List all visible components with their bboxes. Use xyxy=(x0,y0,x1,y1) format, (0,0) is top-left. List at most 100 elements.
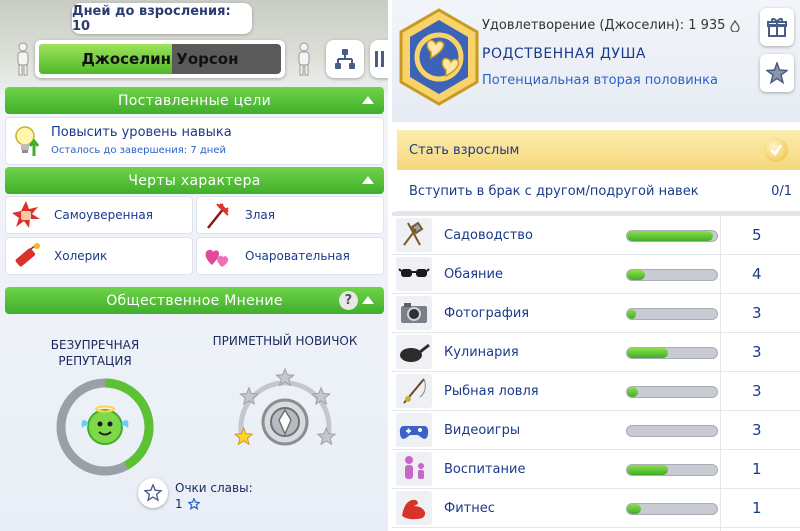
reward-store-button[interactable] xyxy=(760,8,794,46)
reputation-title-line2: РЕПУТАЦИЯ xyxy=(58,354,132,368)
skill-level: 1 xyxy=(752,499,762,517)
checkmark-icon xyxy=(764,138,788,162)
skill-label: Садоводство xyxy=(444,228,533,243)
skill-progress-bar xyxy=(626,230,718,242)
gift-icon xyxy=(767,18,787,37)
whims-button[interactable] xyxy=(760,54,794,92)
muscle-arm-icon xyxy=(402,499,426,520)
skill-icon-frame xyxy=(396,335,432,369)
trait-label: Злая xyxy=(245,208,275,222)
fame-points-button[interactable] xyxy=(138,478,168,508)
stats-button[interactable] xyxy=(370,40,388,78)
trait-label: Самоуверенная xyxy=(54,208,153,222)
skill-progress-bar xyxy=(626,308,718,320)
public-opinion-header-label: Общественное Мнение xyxy=(106,292,283,309)
skill-progress-fill xyxy=(627,309,636,319)
satisfaction-drop-icon xyxy=(729,19,740,33)
goals-header-label: Поставленные цели xyxy=(117,92,272,109)
skill-label: Фитнес xyxy=(444,501,495,516)
satisfaction-text: Удовлетворение (Джоселин): 1 935 xyxy=(482,18,726,33)
aspiration-skills-panel: Удовлетворение (Джоселин): 1 935 Родстве… xyxy=(392,0,800,531)
public-opinion-header[interactable]: Общественное Мнение ? xyxy=(5,287,384,314)
skill-progress-fill xyxy=(627,387,638,397)
skill-progress-bar xyxy=(626,386,718,398)
child-figure-icon xyxy=(17,42,29,76)
skill-label: Кулинария xyxy=(444,345,519,360)
skill-level: 1 xyxy=(752,460,762,478)
star-icon xyxy=(187,498,200,510)
frying-pan-icon xyxy=(400,343,430,362)
skill-icon-frame xyxy=(396,413,432,447)
trait-mean[interactable]: Злая xyxy=(196,196,384,234)
milestone-label: Вступить в брак с другом/подругой навек xyxy=(409,184,699,199)
reputation-title-line1: БЕЗУПРЕЧНАЯ xyxy=(50,338,140,352)
reputation-gauge[interactable] xyxy=(50,372,160,482)
pause-bars-icon xyxy=(375,51,384,67)
fame-star-icon xyxy=(233,426,254,446)
skill-progress-bar xyxy=(626,503,718,515)
skill-label: Рыбная ловля xyxy=(444,384,539,399)
skill-progress-fill xyxy=(627,465,668,475)
camera-icon xyxy=(401,303,427,323)
trait-charming[interactable]: Очаровательная xyxy=(196,237,384,275)
skill-label: Фотография xyxy=(444,306,530,321)
aspiration-description: Потенциальная вторая половинка xyxy=(482,73,718,88)
aspiration-name: Родственная душа xyxy=(482,46,647,62)
skill-label: Обаяние xyxy=(444,267,503,282)
burst-star-icon xyxy=(766,62,788,84)
dynamite-icon xyxy=(15,243,40,267)
skill-label: Воспитание xyxy=(444,462,526,477)
collapse-arrow-icon[interactable] xyxy=(362,296,374,304)
skill-row[interactable]: Кулинария 3 xyxy=(392,333,800,372)
gamepad-icon xyxy=(399,426,429,439)
collapse-arrow-icon[interactable] xyxy=(362,176,374,184)
adult-figure-icon xyxy=(298,42,310,76)
skill-progress-bar xyxy=(626,269,718,281)
milestone-marry-bff[interactable]: Вступить в брак с другом/подругой навек … xyxy=(397,172,800,212)
traits-header-label: Черты характера xyxy=(128,172,261,189)
lightbulb-arrow-icon xyxy=(15,126,40,156)
skill-row[interactable]: Фитнес 1 xyxy=(392,489,800,528)
soulmate-aspiration-icon[interactable] xyxy=(398,8,480,106)
goals-header[interactable]: Поставленные цели xyxy=(5,87,384,114)
skill-level: 3 xyxy=(752,382,762,400)
collapse-arrow-icon[interactable] xyxy=(362,96,374,104)
fame-points: Очки славы: 1 xyxy=(175,480,253,512)
skill-icon-frame xyxy=(396,374,432,408)
skill-level: 3 xyxy=(752,304,762,322)
skill-row[interactable]: Обаяние 4 xyxy=(392,255,800,294)
family-tree-icon xyxy=(335,49,355,69)
skill-icon-frame xyxy=(396,257,432,291)
trait-hothead[interactable]: Холерик xyxy=(5,237,193,275)
skill-icon-frame xyxy=(396,491,432,525)
milestone-become-adult[interactable]: Стать взрослым xyxy=(397,130,800,170)
skill-progress-fill xyxy=(627,231,713,241)
skill-row[interactable]: Садоводство 5 xyxy=(392,216,800,255)
sim-info-panel: Дней до взросления: 10 Джоселин Уорсон П… xyxy=(0,0,388,531)
skill-row[interactable]: Видеоигры 3 xyxy=(392,411,800,450)
milestone-label: Стать взрослым xyxy=(409,142,520,158)
days-until-adult-badge: Дней до взросления: 10 xyxy=(72,3,252,34)
skill-row[interactable]: Воспитание 1 xyxy=(392,450,800,489)
aspiration-header: Удовлетворение (Джоселин): 1 935 Родстве… xyxy=(392,0,800,122)
sim-name: Джоселин Уорсон xyxy=(81,50,239,68)
skill-icon-frame xyxy=(396,296,432,330)
skill-row[interactable]: Рыбная ловля 3 xyxy=(392,372,800,411)
hearts-icon xyxy=(205,249,229,267)
trait-label: Холерик xyxy=(54,249,108,263)
skill-row[interactable]: Фотография 3 xyxy=(392,294,800,333)
skill-progress-fill xyxy=(627,270,645,280)
family-tree-button[interactable] xyxy=(326,40,364,78)
star-icon xyxy=(144,484,162,502)
fame-star-gauge[interactable] xyxy=(225,352,345,472)
sim-name-bar[interactable]: Джоселин Уорсон xyxy=(35,40,285,78)
skill-progress-bar xyxy=(626,425,718,437)
traits-header[interactable]: Черты характера xyxy=(5,167,384,194)
fist-burst-icon xyxy=(12,201,40,228)
goal-item[interactable]: Повысить уровень навыка Осталось до заве… xyxy=(5,117,384,165)
trait-confident[interactable]: Самоуверенная xyxy=(5,196,193,234)
reputation-title: БЕЗУПРЕЧНАЯ РЕПУТАЦИЯ xyxy=(40,337,150,369)
level-column-divider xyxy=(720,213,721,531)
skill-icon-frame xyxy=(396,452,432,486)
help-button[interactable]: ? xyxy=(339,291,358,310)
